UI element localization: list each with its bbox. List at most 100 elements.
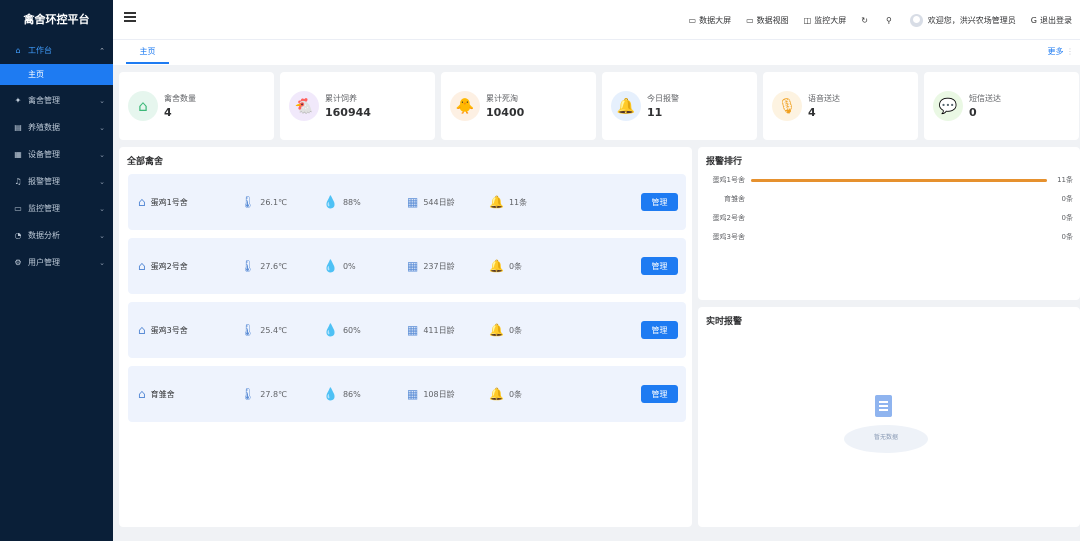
house-temperature: 26.1℃	[260, 197, 288, 207]
ranking-row: 育雏舍 0条	[709, 193, 1073, 205]
house-age: 544日龄	[423, 197, 455, 207]
thermometer-icon: 🌡	[240, 323, 256, 337]
sidebar-item-monitor-management[interactable]: ▭ 监控管理 ⌄	[0, 195, 113, 222]
stat-value: 160944	[325, 106, 371, 119]
ranking-panel-title: 报警排行	[706, 157, 743, 167]
house-humidity-cell: 💧 60%	[323, 302, 361, 358]
stat-value: 4	[808, 106, 816, 119]
data-view-link[interactable]: ▭ 数据视图	[746, 15, 789, 26]
tab-home[interactable]: 主页	[126, 40, 169, 64]
stat-card: 🐥 累计死淘 10400	[441, 72, 596, 140]
tabs-bar: 主页 更多 ⋮	[113, 40, 1080, 65]
bell-icon: 🔔	[489, 387, 504, 401]
manage-button[interactable]: 管理	[641, 385, 678, 403]
monitor-screen-link[interactable]: ◫ 监控大屏	[804, 15, 847, 26]
refresh-icon[interactable]: ↻	[861, 16, 871, 25]
house-name: 蛋鸡2号舍	[150, 261, 188, 271]
message-icon: 💬	[933, 91, 963, 121]
sidebar-item-workbench[interactable]: ⌂ 工作台 ⌃	[0, 37, 113, 64]
house-alarms-cell: 🔔 0条	[489, 238, 522, 294]
house-temperature-cell: 🌡 27.6℃	[240, 238, 287, 294]
sidebar-item-device-management[interactable]: ▦ 设备管理 ⌄	[0, 141, 113, 168]
stats-row: ⌂ 禽舍数量 4 🐔 累计饲养 160944 🐥 累计死淘 10400 🔔 今日报警 11 🎙 语音送达 4…	[119, 72, 1080, 140]
ranking-count: 0条	[1061, 214, 1073, 222]
house-humidity-cell: 💧 88%	[323, 174, 361, 230]
sidebar-item-breeding-data[interactable]: ▤ 养殖数据 ⌄	[0, 114, 113, 141]
sidebar-item-label: 用户管理	[28, 258, 60, 267]
sidebar-item-data-analysis[interactable]: ◔ 数据分析 ⌄	[0, 222, 113, 249]
house-alarms: 11条	[508, 197, 528, 207]
ranking-count: 11条	[1057, 176, 1073, 184]
house-temperature-cell: 🌡 26.1℃	[240, 174, 287, 230]
bell-icon: 🔔	[489, 195, 504, 209]
welcome-text: 欢迎您，洪兴农场管理员	[927, 15, 1016, 25]
sidebar-item-alarm-management[interactable]: ♫ 报警管理 ⌄	[0, 168, 113, 195]
chevron-up-icon: ⌃	[99, 46, 105, 55]
house-icon: ⌂	[138, 195, 146, 209]
thermometer-icon: 🌡	[240, 195, 256, 209]
stat-text: 今日报警 11	[647, 93, 679, 119]
house-name: 蛋鸡1号舍	[150, 197, 188, 207]
house-alarms: 0条	[508, 325, 523, 335]
house-alarms-cell: 🔔 0条	[489, 366, 522, 422]
humidity-icon: 💧	[323, 387, 338, 401]
vertical-dots-icon: ⋮	[1066, 47, 1074, 56]
brand-title: 禽舍环控平台	[23, 12, 90, 26]
data-screen-link[interactable]: ▭ 数据大屏	[689, 15, 732, 26]
house-alarms-cell: 🔔 0条	[489, 302, 522, 358]
calendar-icon: ▦	[407, 259, 419, 273]
stat-card: 🐔 累计饲养 160944	[280, 72, 435, 140]
stat-text: 累计死淘 10400	[486, 93, 524, 119]
empty-document-icon	[875, 395, 892, 417]
ranking-house-name: 蛋鸡3号舍	[712, 233, 745, 241]
house-name-cell: ⌂ 育雏舍	[138, 366, 175, 422]
ranking-house-name: 蛋鸡2号舍	[712, 214, 745, 222]
ranking-house-name: 蛋鸡1号舍	[712, 176, 745, 184]
search-icon[interactable]: ⚲	[886, 16, 895, 25]
logout-button[interactable]: G 退出登录	[1031, 15, 1072, 26]
house-alarms: 0条	[508, 389, 523, 399]
sidebar-item-user-management[interactable]: ⚙ 用户管理 ⌄	[0, 249, 113, 276]
house-age-cell: ▦ 108日龄	[407, 366, 455, 422]
calendar-icon: ▦	[407, 387, 419, 401]
camera-icon: ▭	[14, 204, 22, 213]
house-temperature: 27.6℃	[260, 261, 288, 271]
sidebar-item-label: 监控管理	[28, 204, 60, 213]
realtime-panel-title: 实时报警	[706, 317, 743, 327]
ranking-bar	[751, 178, 1047, 182]
house-icon: ⌂	[128, 91, 158, 121]
house-card: ⌂ 育雏舍 🌡 27.8℃ 💧 86% ▦ 108日龄 🔔 0条 管理	[128, 366, 686, 422]
top-header: ▭ 数据大屏 ▭ 数据视图 ◫ 监控大屏 ↻ ⚲ 欢迎您，洪兴农场管理员 G 退出登录	[113, 0, 1080, 40]
sidebar: 禽舍环控平台 ⌂ 工作台 ⌃ 主页 ✦ 禽舍管理 ⌄ ▤ 养殖数据 ⌄ ▦ 设备管理 ⌄ ♫ 报警管理 ⌄ ▭ 监…	[0, 0, 113, 541]
manage-button[interactable]: 管理	[641, 321, 678, 339]
avatar	[909, 13, 923, 27]
stat-text: 禽舍数量 4	[164, 93, 196, 119]
humidity-icon: 💧	[323, 323, 338, 337]
house-age-cell: ▦ 237日龄	[407, 238, 455, 294]
ranking-row: 蛋鸡2号舍 0条	[709, 212, 1073, 224]
chevron-down-icon: ⌄	[99, 96, 105, 105]
house-name: 育雏舍	[150, 389, 175, 399]
more-tabs-button[interactable]: 更多 ⋮	[1047, 46, 1074, 57]
sidebar-item-label: 设备管理	[28, 150, 60, 159]
sidebar-item-house-management[interactable]: ✦ 禽舍管理 ⌄	[0, 87, 113, 114]
sidebar-subitem-home[interactable]: 主页	[0, 64, 113, 85]
gear-icon: ⚙	[14, 258, 22, 267]
house-age: 108日龄	[423, 389, 455, 399]
chicken-icon: 🐔	[289, 91, 319, 121]
sidebar-item-label: 工作台	[28, 46, 52, 55]
stat-text: 语音送达 4	[808, 93, 840, 119]
ranking-count: 0条	[1061, 233, 1073, 241]
manage-button[interactable]: 管理	[641, 193, 678, 211]
stat-label: 禽舍数量	[164, 94, 196, 103]
ranking-panel: 报警排行 蛋鸡1号舍 11条 育雏舍 0条 蛋鸡2号舍 0条 蛋鸡3号舍 0条	[698, 147, 1080, 300]
monitor-icon: ▭	[688, 15, 697, 25]
collapse-menu-icon[interactable]	[124, 12, 136, 24]
manage-button[interactable]: 管理	[641, 257, 678, 275]
house-humidity: 0%	[342, 261, 356, 271]
stat-text: 累计饲养 160944	[325, 93, 371, 119]
houses-panel: 全部禽舍 ⌂ 蛋鸡1号舍 🌡 26.1℃ 💧 88% ▦ 544日龄 🔔 11条 管理 ⌂ 蛋鸡2号舍 🌡…	[119, 147, 692, 527]
ranking-count: 0条	[1061, 195, 1073, 203]
user-menu[interactable]: 欢迎您，洪兴农场管理员	[909, 13, 1016, 27]
house-name: 蛋鸡3号舍	[150, 325, 188, 335]
